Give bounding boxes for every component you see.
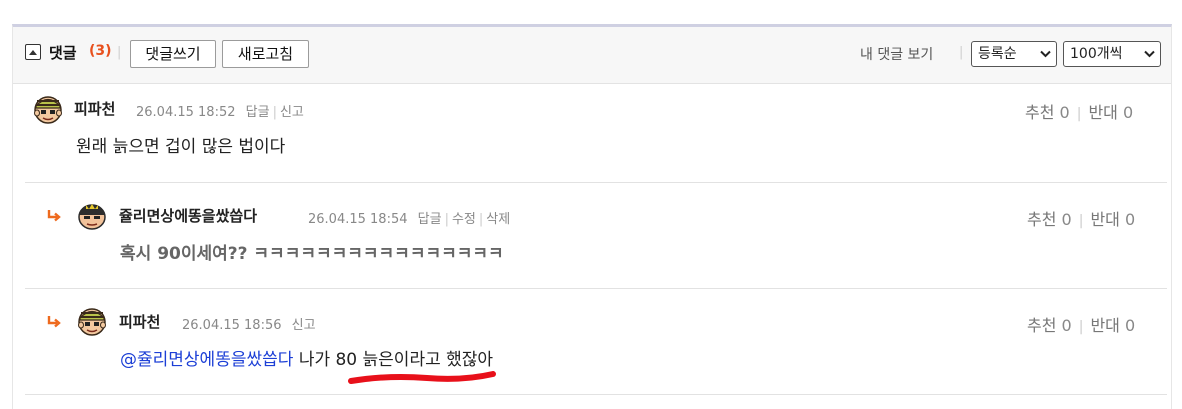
recommend-label: 추천 [1027, 316, 1057, 335]
comment-title: 댓글 [49, 44, 77, 62]
comment-count: (3) [89, 43, 112, 59]
chevron-down-icon [1144, 50, 1155, 58]
recommend-button[interactable]: 추천 0 [1025, 103, 1070, 122]
vote-divider: | [1078, 213, 1084, 229]
oppose-label: 반대 [1088, 103, 1118, 122]
recommend-count: 0 [1061, 210, 1072, 229]
refresh-button[interactable]: 새로고침 [222, 40, 309, 68]
vote-box: 추천 0 | 반대 0 [1027, 312, 1135, 336]
per-page-select-value: 100개씩 [1070, 46, 1123, 62]
mention-link[interactable]: @쥴리면상에똥을쌌씁다 [120, 350, 293, 370]
reply-link[interactable]: 답글 [418, 212, 442, 227]
header-divider: | [959, 45, 964, 60]
comment-nickname[interactable]: 쥴리면상에똥을쌌씁다 [119, 205, 257, 226]
comment-text: 나가 80 늙은이라고 했잖아 [298, 350, 494, 370]
comment-meta: 26.04.15 18:56 신고 [182, 314, 316, 333]
comment-section: 댓글 (3) | 댓글쓰기 새로고침 내 댓글 보기 | 등록순 100개씩 피… [12, 24, 1172, 409]
red-underline-annotation [348, 371, 496, 384]
edit-link[interactable]: 수정 [452, 212, 476, 227]
comment-item: 피파천 26.04.15 18:52 답글 | 신고 추천 0 | 반대 0 원래 늙으… [13, 84, 1171, 184]
vote-box: 추천 0 | 반대 0 [1025, 99, 1133, 123]
comment-date: 26.04.15 18:54 [308, 212, 408, 227]
collapse-toggle-button[interactable] [25, 44, 41, 60]
comment-divider [25, 394, 1167, 395]
reply-item: 쥴리면상에똥을쌌씁다 26.04.15 18:54 답글 | 수정 | 삭제 추천 0 |… [13, 183, 1171, 289]
sort-select-value: 등록순 [978, 46, 1017, 62]
my-comments-link[interactable]: 내 댓글 보기 [860, 44, 933, 64]
report-link[interactable]: 신고 [280, 105, 304, 120]
recommend-count: 0 [1059, 103, 1070, 122]
oppose-count: 0 [1125, 316, 1136, 335]
delete-link[interactable]: 삭제 [486, 212, 510, 227]
oppose-label: 반대 [1090, 316, 1120, 335]
oppose-count: 0 [1123, 103, 1134, 122]
write-comment-button[interactable]: 댓글쓰기 [130, 40, 216, 68]
oppose-label: 반대 [1090, 210, 1120, 229]
comment-meta: 26.04.15 18:54 답글 | 수정 | 삭제 [308, 208, 510, 227]
vote-box: 추천 0 | 반대 0 [1027, 206, 1135, 230]
recommend-label: 추천 [1025, 103, 1055, 122]
report-link[interactable]: 신고 [292, 318, 316, 333]
comment-date: 26.04.15 18:52 [136, 105, 236, 120]
recommend-button[interactable]: 추천 0 [1027, 316, 1072, 335]
recommend-count: 0 [1061, 316, 1072, 335]
sort-select[interactable]: 등록순 [971, 41, 1057, 67]
comment-header: 댓글 (3) | 댓글쓰기 새로고침 내 댓글 보기 | 등록순 100개씩 [13, 27, 1171, 84]
reply-item: 피파천 26.04.15 18:56 신고 추천 0 | 반대 0 @쥴리면상에똥을… [13, 289, 1171, 397]
per-page-select[interactable]: 100개씩 [1063, 41, 1161, 67]
comment-text: 혹시 90이세여?? ㅋㅋㅋㅋㅋㅋㅋㅋㅋㅋㅋㅋㅋㅋㅋㅋ [120, 244, 504, 264]
meta-divider: | [478, 212, 484, 227]
comment-nickname[interactable]: 피파천 [119, 311, 160, 332]
comment-text: 원래 늙으면 겁이 많은 법이다 [76, 137, 286, 157]
caret-up-icon [29, 50, 37, 55]
oppose-button[interactable]: 반대 0 [1088, 103, 1133, 122]
comment-body: @쥴리면상에똥을쌌씁다 나가 80 늙은이라고 했잖아 [120, 345, 493, 370]
meta-divider: | [272, 105, 277, 120]
recommend-button[interactable]: 추천 0 [1027, 210, 1072, 229]
reply-arrow-icon [47, 209, 61, 222]
oppose-button[interactable]: 반대 0 [1090, 316, 1135, 335]
recommend-label: 추천 [1027, 210, 1057, 229]
avatar[interactable] [76, 199, 108, 231]
comment-date: 26.04.15 18:56 [182, 318, 282, 333]
avatar[interactable] [76, 305, 108, 337]
vote-divider: | [1078, 319, 1084, 335]
comment-meta: 26.04.15 18:52 답글 | 신고 [136, 101, 304, 120]
header-divider: | [117, 45, 122, 60]
reply-arrow-icon [47, 315, 61, 328]
oppose-count: 0 [1125, 210, 1136, 229]
oppose-button[interactable]: 반대 0 [1090, 210, 1135, 229]
meta-divider: | [444, 212, 449, 227]
vote-divider: | [1076, 106, 1082, 122]
chevron-down-icon [1040, 50, 1051, 58]
reply-link[interactable]: 답글 [246, 105, 270, 120]
comment-nickname[interactable]: 피파천 [74, 98, 115, 119]
avatar[interactable] [32, 93, 64, 125]
